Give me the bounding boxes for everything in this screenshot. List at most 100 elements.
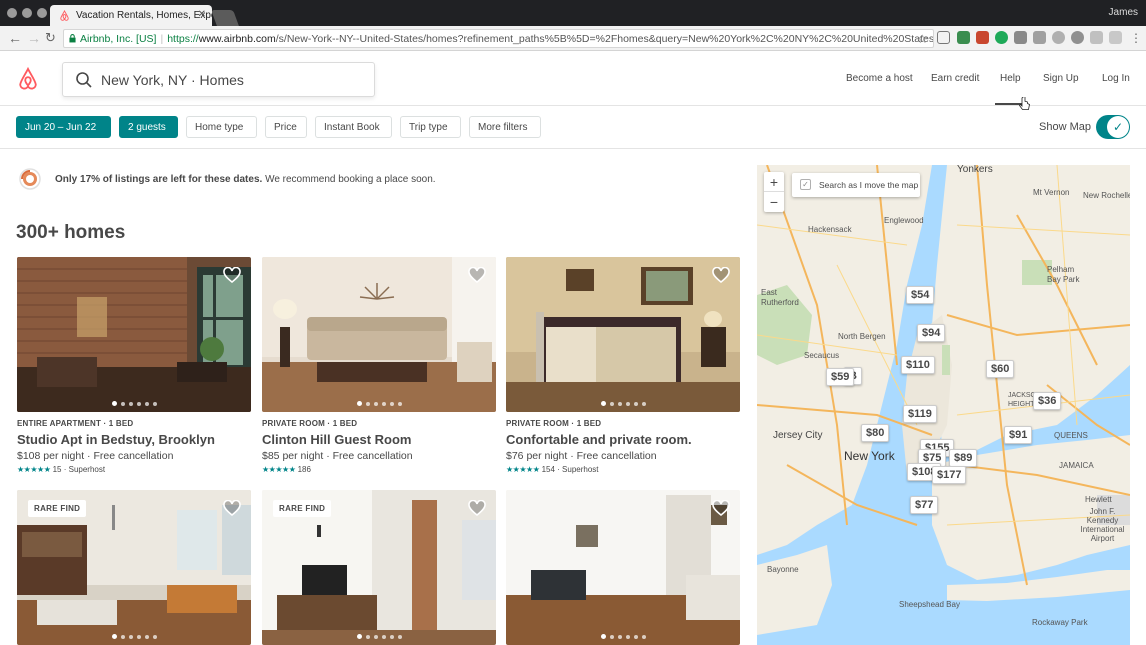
reload-icon[interactable]: ↻ [45, 29, 56, 47]
zoom-in-button[interactable]: + [764, 172, 784, 192]
home-type-filter-button[interactable]: Home type [186, 116, 257, 138]
extension-icon[interactable] [1071, 31, 1084, 44]
listing-photo[interactable]: RARE FIND [262, 490, 496, 645]
more-filters-button[interactable]: More filters [469, 116, 541, 138]
url-host: www.airbnb.com [198, 33, 276, 45]
heart-icon[interactable] [468, 267, 486, 283]
scarcity-clock-icon [19, 168, 41, 190]
price-pin[interactable]: $177 [932, 466, 967, 484]
minimize-window-button[interactable] [22, 8, 32, 18]
listing-card[interactable]: RARE FIND [17, 490, 251, 645]
back-arrow-icon[interactable]: ← [8, 29, 22, 47]
guests-filter-button[interactable]: 2 guests [119, 116, 178, 138]
map-label: New York [844, 449, 895, 463]
browser-toolbar: ← → ↻ Airbnb, Inc. [US] | https://www.airb… [0, 26, 1146, 51]
extension-icon[interactable] [1090, 31, 1103, 44]
grammarly-icon[interactable] [995, 31, 1008, 44]
map-label: Bayonne [767, 565, 799, 574]
tab-title: Vacation Rentals, Homes, Expe [76, 10, 212, 21]
listing-photo[interactable] [506, 257, 740, 412]
heart-icon[interactable] [712, 500, 730, 516]
map-label: Rockaway Park [1032, 618, 1088, 627]
price-pin[interactable]: $54 [906, 286, 935, 304]
dates-filter-button[interactable]: Jun 20 – Jun 22 [16, 116, 111, 138]
extension-icon[interactable] [1014, 31, 1027, 44]
listing-name: Confortable and private room. [506, 432, 692, 447]
listing-rating: ★★★★★ 154 · Superhost [506, 465, 740, 474]
browser-user[interactable]: James [1109, 7, 1138, 18]
price-pin[interactable]: $94 [917, 324, 946, 342]
heart-icon[interactable] [223, 267, 241, 283]
map-label: QUEENS [1054, 431, 1088, 440]
price-pin[interactable]: $110 [901, 356, 935, 374]
map-label: North Bergen [838, 332, 886, 341]
earn-credit-link[interactable]: Earn credit [931, 73, 979, 84]
price-pin[interactable]: $80 [861, 424, 890, 442]
listing-card[interactable]: RARE FIND [262, 490, 496, 645]
cast-icon[interactable] [937, 31, 950, 44]
listing-price: $76 per night · Free cancellation [506, 450, 740, 462]
listing-photo[interactable] [262, 257, 496, 412]
map-label: Hewlett [1085, 495, 1112, 504]
extension-icon[interactable] [976, 31, 989, 44]
tab-close-icon[interactable]: ✕ [198, 9, 206, 20]
listing-photo[interactable] [17, 257, 251, 412]
heart-icon[interactable] [468, 500, 486, 516]
zoom-out-button[interactable]: − [764, 192, 784, 212]
site-header: New York, NY · Homes Become a host Earn … [0, 52, 1146, 106]
price-value: $76 [506, 450, 524, 462]
forward-arrow-icon[interactable]: → [27, 29, 41, 47]
help-link[interactable]: Help [1000, 73, 1021, 84]
airbnb-logo-icon[interactable] [17, 67, 39, 91]
instant-book-filter-button[interactable]: Instant Book [315, 116, 392, 138]
checkmark-icon: ✓ [1107, 116, 1129, 138]
search-icon [76, 72, 92, 88]
rare-find-badge: RARE FIND [28, 500, 87, 517]
listing-photo[interactable] [506, 490, 740, 645]
listing-card[interactable]: ENTIRE APARTMENT · 1 BED Studio Apt in B… [17, 257, 251, 474]
price-value: $108 [17, 450, 41, 462]
extension-icon[interactable] [1109, 31, 1122, 44]
url-bar[interactable]: Airbnb, Inc. [US] | https://www.airbnb.com… [63, 29, 934, 48]
review-count: 154 · Superhost [541, 465, 599, 474]
price-pin[interactable]: $119 [903, 405, 937, 423]
browser-titlebar: Vacation Rentals, Homes, Expe ✕ James [0, 0, 1146, 26]
camera-icon[interactable] [1033, 31, 1046, 44]
map-label: Mt Vernon [1033, 188, 1070, 197]
show-map-toggle[interactable]: ✓ [1096, 115, 1130, 139]
listing-image [17, 257, 251, 412]
extension-icon[interactable] [957, 31, 970, 44]
price-pin[interactable]: $89 [949, 449, 978, 467]
extension-icon[interactable] [1052, 31, 1065, 44]
price-pin[interactable]: $59 [826, 368, 855, 386]
price-detail: per night · Free cancellation [523, 450, 657, 462]
menu-icon[interactable]: ⋮ [1130, 29, 1142, 47]
heart-icon[interactable] [712, 267, 730, 283]
heart-icon[interactable] [223, 500, 241, 516]
new-tab-button[interactable] [211, 10, 239, 26]
location-search-input[interactable]: New York, NY · Homes [62, 62, 375, 97]
close-window-button[interactable] [7, 8, 17, 18]
listing-card[interactable]: PRIVATE ROOM · 1 BED Clinton Hill Guest … [262, 257, 496, 474]
maximize-window-button[interactable] [37, 8, 47, 18]
price-pin[interactable]: $60 [986, 360, 1015, 378]
listing-photo[interactable]: RARE FIND [17, 490, 251, 645]
listing-card[interactable] [506, 490, 740, 645]
sign-up-link[interactable]: Sign Up [1043, 73, 1079, 84]
browser-tab[interactable]: Vacation Rentals, Homes, Expe ✕ [50, 5, 212, 26]
photo-dots [506, 634, 740, 639]
trip-type-filter-button[interactable]: Trip type [400, 116, 461, 138]
price-pin[interactable]: $36 [1033, 392, 1062, 410]
listing-name: Clinton Hill Guest Room [262, 432, 412, 447]
price-filter-button[interactable]: Price [265, 116, 307, 138]
log-in-link[interactable]: Log In [1102, 73, 1130, 84]
become-host-link[interactable]: Become a host [846, 73, 913, 84]
listing-card[interactable]: PRIVATE ROOM · 1 BED Confortable and pri… [506, 257, 740, 474]
listing-name: Studio Apt in Bedstuy, Brooklyn [17, 432, 215, 447]
price-pin[interactable]: $77 [910, 496, 939, 514]
search-as-move-checkbox[interactable]: ✓ Search as I move the map [792, 173, 920, 197]
bookmark-star-icon[interactable]: ☆ [917, 32, 928, 46]
results-map[interactable]: Yonkers Mt Vernon New Rochelle Englewood… [757, 165, 1130, 645]
airbnb-favicon-icon [60, 10, 69, 21]
price-pin[interactable]: $91 [1004, 426, 1033, 444]
